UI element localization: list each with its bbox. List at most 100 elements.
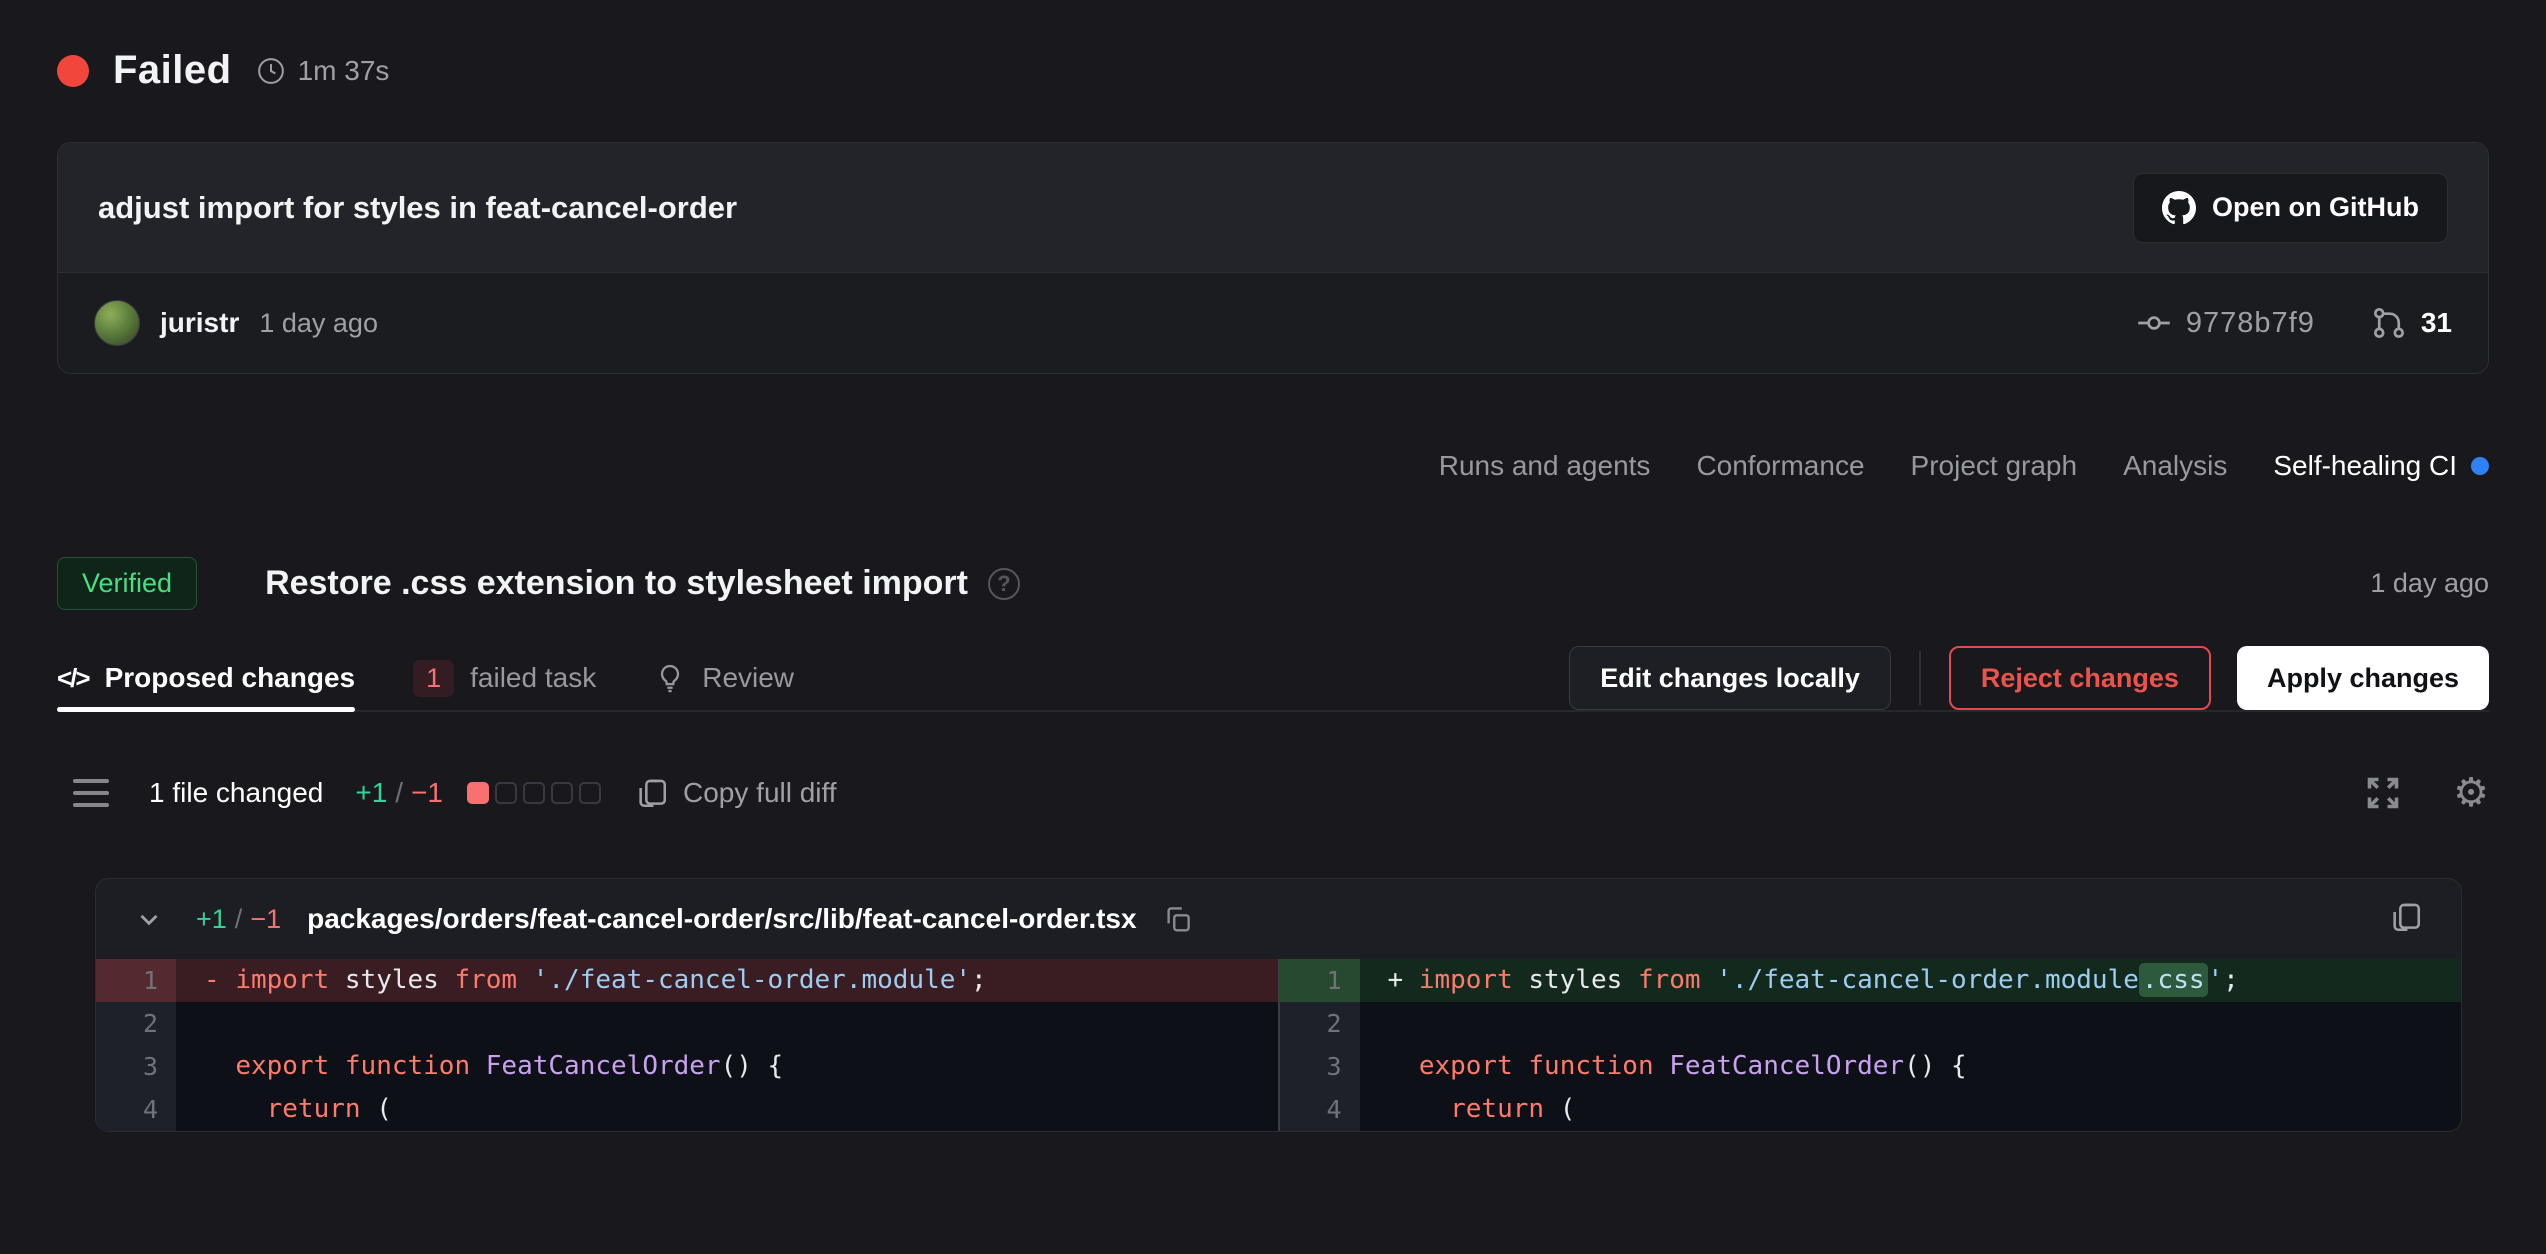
author-name: juristr: [160, 307, 239, 339]
run-duration: 1m 37s: [256, 55, 390, 87]
diff-blocks: [467, 782, 601, 804]
nav-conformance[interactable]: Conformance: [1696, 450, 1864, 482]
diff-line-4: 4 return (: [96, 1088, 1278, 1131]
copy-full-diff-label: Copy full diff: [683, 777, 837, 809]
commit-title: adjust import for styles in feat-cancel-…: [98, 190, 737, 226]
gear-icon[interactable]: ⚙: [2453, 773, 2489, 813]
copy-file-diff-icon[interactable]: [2389, 900, 2423, 934]
fullscreen-icon[interactable]: [2365, 775, 2401, 811]
line-number: 2: [96, 1002, 176, 1045]
removed-stat: −1: [411, 777, 443, 809]
apply-changes-button[interactable]: Apply changes: [2237, 646, 2489, 710]
code-text: - import styles from './feat-cancel-orde…: [176, 959, 987, 1002]
line-number: 1: [1280, 959, 1360, 1002]
line-number: 1: [96, 959, 176, 1002]
git-commit-icon: [2136, 305, 2172, 341]
files-changed-label: 1 file changed: [149, 777, 323, 809]
nav-runs-and-agents[interactable]: Runs and agents: [1439, 450, 1651, 482]
fix-title: Restore .css extension to stylesheet imp…: [265, 564, 968, 603]
commit-time: 1 day ago: [259, 308, 378, 339]
commit-card-top: adjust import for styles in feat-cancel-…: [58, 143, 2488, 273]
diff-block-empty: [579, 782, 601, 804]
added-stat: +1: [355, 777, 387, 809]
edit-changes-locally-button[interactable]: Edit changes locally: [1569, 646, 1891, 710]
verified-badge: Verified: [57, 557, 197, 610]
commit-hash-item[interactable]: 9778b7f9: [2136, 305, 2315, 341]
reject-changes-button[interactable]: Reject changes: [1949, 646, 2211, 710]
clipboard-icon: [635, 776, 669, 810]
fix-header: Verified Restore .css extension to style…: [57, 557, 2489, 610]
code-text: + import styles from './feat-cancel-orde…: [1360, 959, 2239, 1002]
tabs-row: </> Proposed changes 1 failed task Revie…: [57, 646, 2489, 712]
commit-card-bottom: juristr 1 day ago 9778b7f9 31: [58, 273, 2488, 373]
file-path: packages/orders/feat-cancel-order/src/li…: [307, 903, 1136, 935]
git-branch-icon: [2371, 305, 2407, 341]
github-button-label: Open on GitHub: [2212, 192, 2419, 223]
page-container: Failed 1m 37s adjust import for styles i…: [57, 0, 2489, 1132]
line-number: 4: [96, 1088, 176, 1131]
diff-line-3: 3 export function FeatCancelOrder() {: [1280, 1045, 2462, 1088]
diff-pane-after: 1+ import styles from './feat-cancel-ord…: [1280, 959, 2462, 1131]
copy-full-diff-button[interactable]: Copy full diff: [635, 776, 837, 810]
tab-failed-label: failed task: [470, 662, 596, 694]
code-text: [176, 1002, 204, 1045]
diff-block-empty: [523, 782, 545, 804]
status-failed-icon: [57, 55, 89, 87]
top-nav: Runs and agents Conformance Project grap…: [57, 445, 2489, 487]
diff-stats: +1 / −1: [355, 777, 443, 809]
file-list-menu-icon[interactable]: [73, 779, 109, 807]
fix-time: 1 day ago: [2370, 568, 2489, 599]
nav-self-healing-ci[interactable]: Self-healing CI: [2273, 450, 2489, 482]
failed-count-badge: 1: [413, 660, 454, 697]
diff-line-4: 4 return (: [1280, 1088, 2462, 1131]
diff-line-2: 2: [1280, 1002, 2462, 1045]
diff-toolbar-right: ⚙: [2365, 773, 2489, 813]
line-number: 3: [1280, 1045, 1360, 1088]
tab-review[interactable]: Review: [654, 646, 794, 710]
code-text: export function FeatCancelOrder() {: [176, 1045, 783, 1088]
commit-meta: 9778b7f9 31: [2136, 305, 2452, 341]
status-label: Failed: [113, 48, 232, 93]
author-avatar[interactable]: [94, 300, 140, 346]
diff-panel: +1 / −1 packages/orders/feat-cancel-orde…: [95, 878, 2462, 1132]
diff-block-filled: [467, 782, 489, 804]
commit-card: adjust import for styles in feat-cancel-…: [57, 142, 2489, 374]
chevron-down-icon[interactable]: [134, 904, 164, 934]
nav-project-graph[interactable]: Project graph: [1911, 450, 2078, 482]
fix-actions: Edit changes locally Reject changes Appl…: [1569, 646, 2489, 710]
diff-line-2: 2: [96, 1002, 1278, 1045]
diff-file-header: +1 / −1 packages/orders/feat-cancel-orde…: [96, 879, 2461, 959]
clock-icon: [256, 56, 286, 86]
open-on-github-button[interactable]: Open on GitHub: [2133, 173, 2448, 243]
file-diff-stats: +1 / −1: [196, 904, 281, 935]
line-number: 3: [96, 1045, 176, 1088]
diff-block-empty: [495, 782, 517, 804]
commit-author: juristr 1 day ago: [94, 300, 378, 346]
nav-analysis[interactable]: Analysis: [2123, 450, 2227, 482]
code-text: return (: [1360, 1088, 1576, 1131]
diff-body: 1- import styles from './feat-cancel-ord…: [96, 959, 2461, 1131]
diff-toolbar: 1 file changed +1 / −1 Copy full diff ⚙: [57, 762, 2489, 824]
tab-review-label: Review: [702, 662, 794, 694]
code-icon: </>: [57, 663, 89, 694]
diff-header-right: [2389, 900, 2423, 939]
branch-count: 31: [2421, 307, 2452, 339]
diff-block-empty: [551, 782, 573, 804]
tab-proposed-changes[interactable]: </> Proposed changes: [57, 646, 355, 710]
tab-proposed-label: Proposed changes: [105, 662, 356, 694]
code-text: return (: [176, 1088, 392, 1131]
lightbulb-icon: [654, 662, 686, 694]
github-icon: [2162, 191, 2196, 225]
diff-line-3: 3 export function FeatCancelOrder() {: [96, 1045, 1278, 1088]
duration-text: 1m 37s: [298, 55, 390, 87]
tab-failed-task[interactable]: 1 failed task: [413, 646, 596, 710]
diff-line-1: 1+ import styles from './feat-cancel-ord…: [1280, 959, 2462, 1002]
diff-line-1: 1- import styles from './feat-cancel-ord…: [96, 959, 1278, 1002]
status-header: Failed 1m 37s: [57, 0, 2489, 105]
code-text: export function FeatCancelOrder() {: [1360, 1045, 1967, 1088]
help-icon[interactable]: ?: [988, 568, 1020, 600]
active-indicator-dot: [2471, 457, 2489, 475]
copy-path-icon[interactable]: [1163, 904, 1193, 934]
line-number: 2: [1280, 1002, 1360, 1045]
branch-count-item[interactable]: 31: [2371, 305, 2452, 341]
